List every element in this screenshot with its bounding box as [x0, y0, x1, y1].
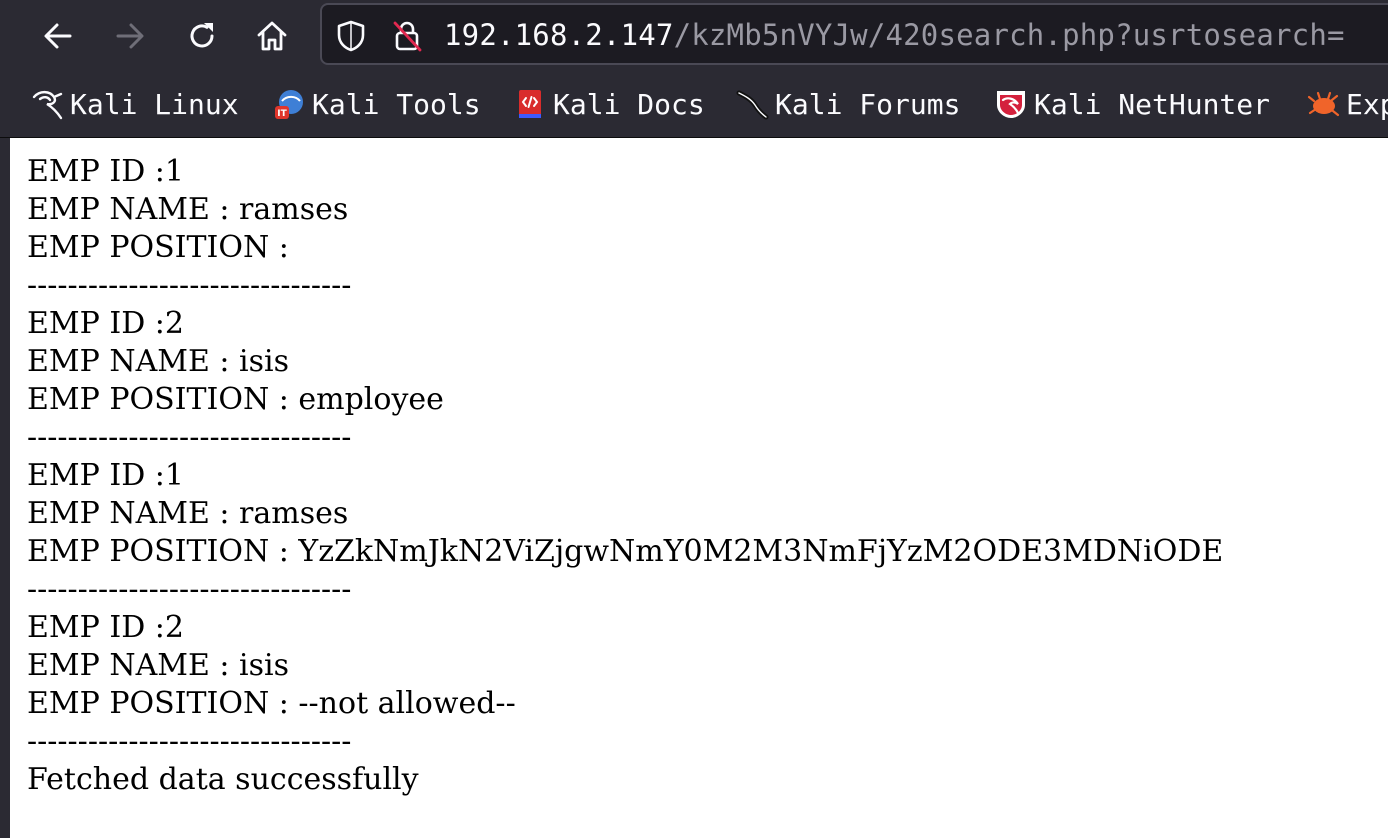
- employee-record: EMP ID :1 EMP NAME : ramses EMP POSITION…: [27, 457, 1377, 609]
- emp-name-line: EMP NAME : isis: [27, 648, 290, 683]
- bookmark-kali-forums[interactable]: Kali Forums: [735, 86, 960, 122]
- emp-id-line: EMP ID :1: [27, 458, 184, 493]
- page-content: EMP ID :1 EMP NAME : ramses EMP POSITION…: [27, 153, 1377, 799]
- reload-icon: [190, 23, 214, 48]
- bookmark-kali-nethunter[interactable]: Kali NetHunter: [994, 86, 1270, 122]
- emp-id-line: EMP ID :2: [27, 306, 184, 341]
- emp-id-line: EMP ID :1: [27, 154, 184, 189]
- home-icon: [257, 21, 287, 51]
- kali-docs-icon: [513, 87, 547, 121]
- emp-name-line: EMP NAME : isis: [27, 344, 290, 379]
- emp-name-line: EMP NAME : ramses: [27, 496, 349, 531]
- bookmark-label: Kali NetHunter: [1034, 87, 1271, 121]
- record-separator: --------------------------------: [27, 724, 352, 759]
- svg-text:IT: IT: [277, 109, 287, 119]
- emp-position-line: EMP POSITION : employee: [27, 382, 444, 417]
- shield-icon[interactable]: [334, 19, 368, 53]
- emp-name-line: EMP NAME : ramses: [27, 192, 349, 227]
- bookmark-exploit-db[interactable]: Exp: [1306, 86, 1388, 122]
- bookmarks-bar: Kali Linux IT Kali Tools Kali Docs Kali …: [0, 70, 1388, 138]
- browser-toolbar: 192.168.2.147/kzMb5nVYJw/420search.php?u…: [0, 0, 1388, 138]
- kali-dragon-icon: [30, 87, 64, 121]
- record-separator: --------------------------------: [27, 268, 352, 303]
- window-edge: [0, 138, 10, 838]
- arrow-left-icon: [44, 23, 72, 49]
- insecure-lock-icon[interactable]: [390, 19, 424, 53]
- url-text[interactable]: 192.168.2.147/kzMb5nVYJw/420search.php?u…: [444, 15, 1345, 55]
- url-host: 192.168.2.147: [444, 18, 674, 52]
- forward-button[interactable]: [107, 13, 153, 59]
- emp-position-line: EMP POSITION : YzZkNmJkN2ViZjgwNmY0M2M3N…: [27, 534, 1224, 569]
- record-separator: --------------------------------: [27, 420, 352, 455]
- navigation-bar: 192.168.2.147/kzMb5nVYJw/420search.php?u…: [0, 0, 1388, 70]
- emp-position-line: EMP POSITION :: [27, 230, 289, 265]
- bookmark-kali-linux[interactable]: Kali Linux: [30, 86, 239, 122]
- bookmark-label: Exp: [1346, 87, 1388, 121]
- bookmark-kali-tools[interactable]: IT Kali Tools: [272, 86, 481, 122]
- employee-record: EMP ID :1 EMP NAME : ramses EMP POSITION…: [27, 153, 1377, 305]
- url-path: /kzMb5nVYJw/420search.php?usrtosearch=: [673, 18, 1345, 52]
- kali-forums-icon: [735, 87, 769, 121]
- bookmark-label: Kali Linux: [70, 87, 239, 121]
- bookmark-label: Kali Forums: [775, 87, 961, 121]
- record-separator: --------------------------------: [27, 572, 352, 607]
- arrow-right-icon: [116, 23, 144, 49]
- url-bar[interactable]: 192.168.2.147/kzMb5nVYJw/420search.php?u…: [320, 3, 1388, 65]
- emp-position-line: EMP POSITION : --not allowed--: [27, 686, 516, 721]
- employee-record: EMP ID :2 EMP NAME : isis EMP POSITION :…: [27, 609, 1377, 761]
- reload-button[interactable]: [179, 13, 225, 59]
- emp-id-line: EMP ID :2: [27, 610, 184, 645]
- bookmark-label: Kali Docs: [553, 87, 705, 121]
- bookmark-label: Kali Tools: [312, 87, 481, 121]
- kali-nethunter-icon: [994, 87, 1028, 121]
- bookmark-kali-docs[interactable]: Kali Docs: [513, 86, 705, 122]
- status-message: Fetched data successfully: [27, 762, 419, 797]
- exploit-db-icon: [1306, 87, 1340, 121]
- home-button[interactable]: [249, 13, 295, 59]
- employee-record: EMP ID :2 EMP NAME : isis EMP POSITION :…: [27, 305, 1377, 457]
- back-button[interactable]: [35, 13, 81, 59]
- kali-tools-icon: IT: [272, 87, 306, 121]
